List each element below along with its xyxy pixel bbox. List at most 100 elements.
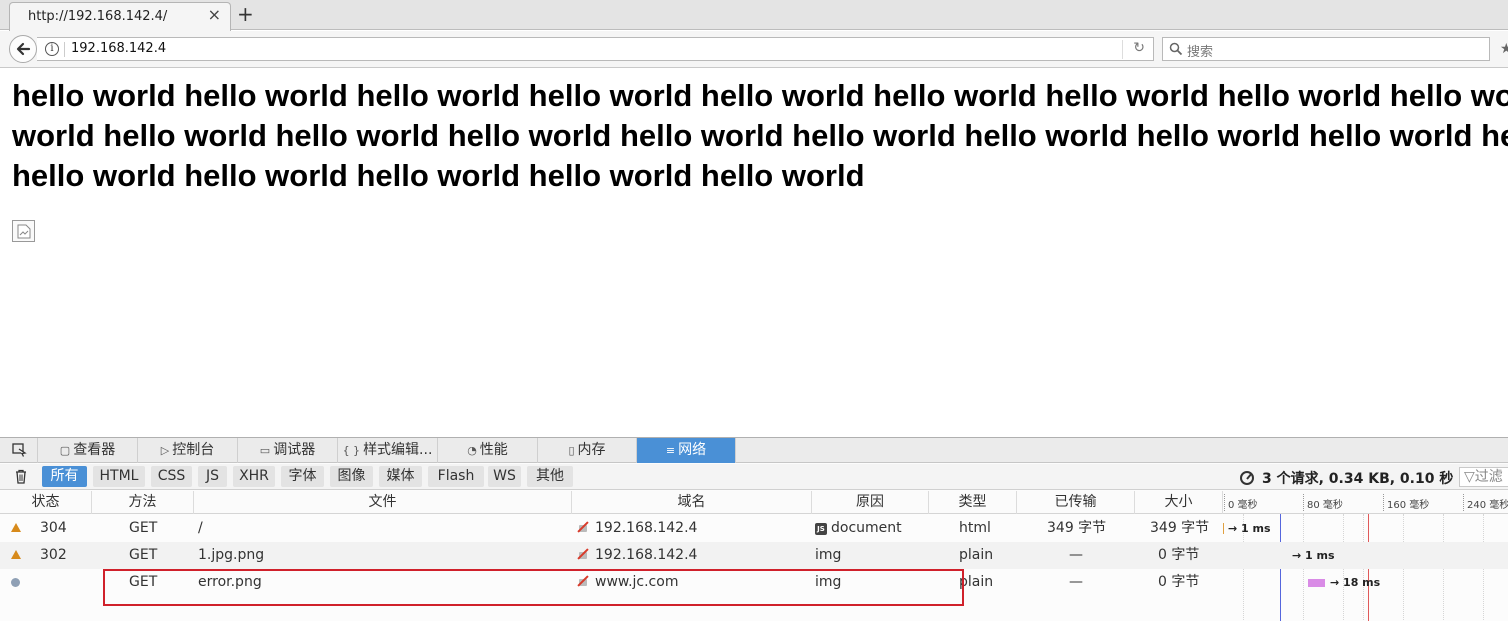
url-separator [64,42,65,57]
search-placeholder: 搜索 [1187,45,1214,60]
col-method[interactable]: 方法 [92,491,194,514]
filter-all[interactable]: 所有 [42,466,87,487]
timeline-divider [1303,494,1304,511]
timeline-tick: 0 毫秒 [1228,500,1258,511]
browser-window: http://192.168.142.4/ × + i 192.168.142.… [0,0,1508,621]
url-text[interactable]: 192.168.142.4 [71,41,166,56]
col-type[interactable]: 类型 [929,491,1017,514]
reload-icon[interactable]: ↻ [1133,40,1145,56]
filter-fonts[interactable]: 字体 [281,466,324,487]
col-transferred[interactable]: 已传输 [1017,491,1135,514]
search-icon [1169,42,1183,56]
row-status: 302 [40,547,67,563]
hello-line: hello world hello world hello world hell… [12,158,865,193]
row-size: 0 字节 [1158,547,1200,563]
network-icon: ≡ [665,444,676,457]
timeline-divider [1224,494,1225,511]
back-arrow-icon [16,42,31,56]
warning-triangle-icon [11,523,21,532]
tab-debugger[interactable]: ▭ 调试器 [238,438,338,463]
timeline-divider [1383,494,1384,511]
row-size: 349 字节 [1150,520,1210,536]
summary-text: 3 个请求, 0.34 KB, 0.10 秒 [1262,471,1454,487]
filter-flash[interactable]: Flash [428,466,484,487]
filter-ws[interactable]: WS [488,466,521,487]
console-icon: ▷ [160,444,170,457]
filter-html[interactable]: HTML [93,466,145,487]
memory-icon: ▯ [568,444,575,457]
filter-css[interactable]: CSS [151,466,192,487]
row-cause: JS document [815,515,902,542]
request-table-header: 状态 方法 文件 域名 原因 类型 已传输 大小 0 毫秒 80 毫秒 160 … [0,491,1508,514]
row-file: 1.jpg.png [198,547,265,563]
devtools-tabbar: ▢ 查看器 ▷ 控制台 ▭ 调试器 { } 样式编辑... ◔ 性能 ▯ 内存 ≡ 网络 [0,438,1508,463]
row-size: 0 字节 [1158,574,1200,590]
row-domain-text: 192.168.142.4 [595,520,698,536]
col-size[interactable]: 大小 [1135,491,1223,514]
row-cause: img [815,547,842,563]
broken-image-icon [12,220,35,242]
trash-icon[interactable] [14,469,28,484]
waterfall-timing: → 1 ms [1228,522,1271,535]
waterfall-bar [1223,523,1224,534]
col-status[interactable]: 状态 [0,491,92,514]
tab-label: 样式编辑... [363,442,433,458]
browser-tab[interactable]: http://192.168.142.4/ × [9,2,231,31]
network-filter-bar: 所有 HTML CSS JS XHR 字体 图像 媒体 Flash WS 其他 … [0,464,1508,490]
stopwatch-icon [1240,471,1254,485]
navigation-bar: i 192.168.142.4 ↻ 搜索 [0,31,1508,68]
row-method: GET [129,520,158,536]
reload-separator [1122,40,1123,59]
row-domain-text: 192.168.142.4 [595,547,698,563]
tab-label: 控制台 [172,442,215,458]
element-picker-button[interactable] [0,438,38,463]
row-status: 304 [40,520,67,536]
address-bar[interactable]: i 192.168.142.4 ↻ [37,37,1154,61]
hello-line: hello world hello world hello world hell… [12,78,1508,113]
row-type: html [959,520,991,536]
row-transferred: — [1069,547,1083,563]
row-transferred: — [1069,574,1083,590]
site-info-icon[interactable]: i [45,42,59,56]
tab-network[interactable]: ≡ 网络 [637,438,736,463]
tab-label: 查看器 [73,442,116,458]
inspector-icon: ▢ [59,444,71,457]
close-tab-icon[interactable]: × [208,7,221,23]
filter-media[interactable]: 媒体 [379,466,422,487]
filter-js[interactable]: JS [198,466,227,487]
col-domain[interactable]: 域名 [572,491,812,514]
filter-other[interactable]: 其他 [527,466,573,487]
table-row[interactable]: 304 GET / 192.168.142.4 JS document html … [0,515,1508,542]
tab-performance[interactable]: ◔ 性能 [438,438,538,463]
tab-inspector[interactable]: ▢ 查看器 [38,438,138,463]
warning-triangle-icon [11,550,21,559]
request-summary: 3 个请求, 0.34 KB, 0.10 秒 [1240,468,1453,488]
performance-icon: ◔ [467,444,477,457]
bookmark-star-icon[interactable]: ★ [1500,41,1508,57]
row-type: plain [959,547,994,563]
highlight-box [103,569,964,606]
insecure-lock-icon [577,548,589,560]
debugger-icon: ▭ [259,444,271,457]
col-file[interactable]: 文件 [194,491,572,514]
insecure-lock-icon [577,521,589,533]
tab-memory[interactable]: ▯ 内存 [538,438,637,463]
row-transferred: 349 字节 [1047,520,1107,536]
timeline-tick: 80 毫秒 [1307,500,1343,511]
tab-style-editor[interactable]: { } 样式编辑... [338,438,438,463]
col-cause[interactable]: 原因 [812,491,929,514]
tab-console[interactable]: ▷ 控制台 [138,438,238,463]
new-tab-icon[interactable]: + [237,3,254,25]
tab-label: 调试器 [273,442,316,458]
tab-label: 性能 [479,442,508,458]
back-button[interactable] [9,35,37,63]
url-filter-input[interactable]: ▽过滤 [1459,467,1508,487]
filter-images[interactable]: 图像 [330,466,373,487]
filter-xhr[interactable]: XHR [233,466,275,487]
tab-label: 网络 [678,442,707,458]
style-editor-icon: { } [342,444,361,457]
search-bar[interactable]: 搜索 [1162,37,1490,61]
waterfall-bar [1308,579,1325,587]
row-domain: 192.168.142.4 [577,542,697,569]
table-row[interactable]: 302 GET 1.jpg.png 192.168.142.4 img plai… [0,542,1508,569]
